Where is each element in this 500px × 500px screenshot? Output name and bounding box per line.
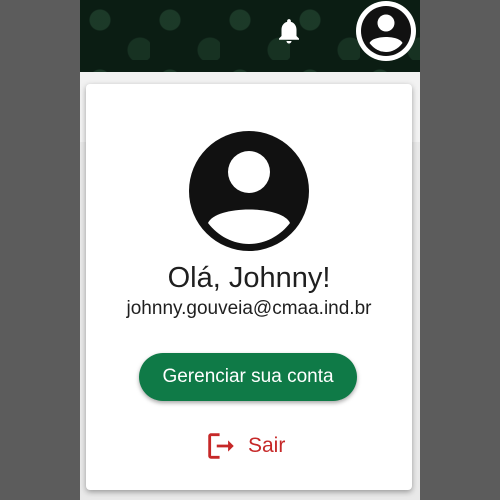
sign-out-label: Sair <box>248 434 286 457</box>
greeting-text: Olá, Johnny! <box>167 262 331 294</box>
bell-icon[interactable] <box>274 16 304 46</box>
app-screen: Olá, Johnny! johnny.gouveia@cmaa.ind.br … <box>80 0 420 500</box>
profile-avatar-icon[interactable] <box>355 0 417 62</box>
account-email: johnny.gouveia@cmaa.ind.br <box>126 298 372 319</box>
manage-account-button[interactable]: Gerenciar sua conta <box>139 353 357 401</box>
account-circle-icon <box>189 131 309 251</box>
logout-icon <box>208 433 234 459</box>
account-card: Olá, Johnny! johnny.gouveia@cmaa.ind.br … <box>86 84 412 490</box>
app-header <box>80 0 420 72</box>
sign-out-button[interactable]: Sair <box>204 428 285 464</box>
